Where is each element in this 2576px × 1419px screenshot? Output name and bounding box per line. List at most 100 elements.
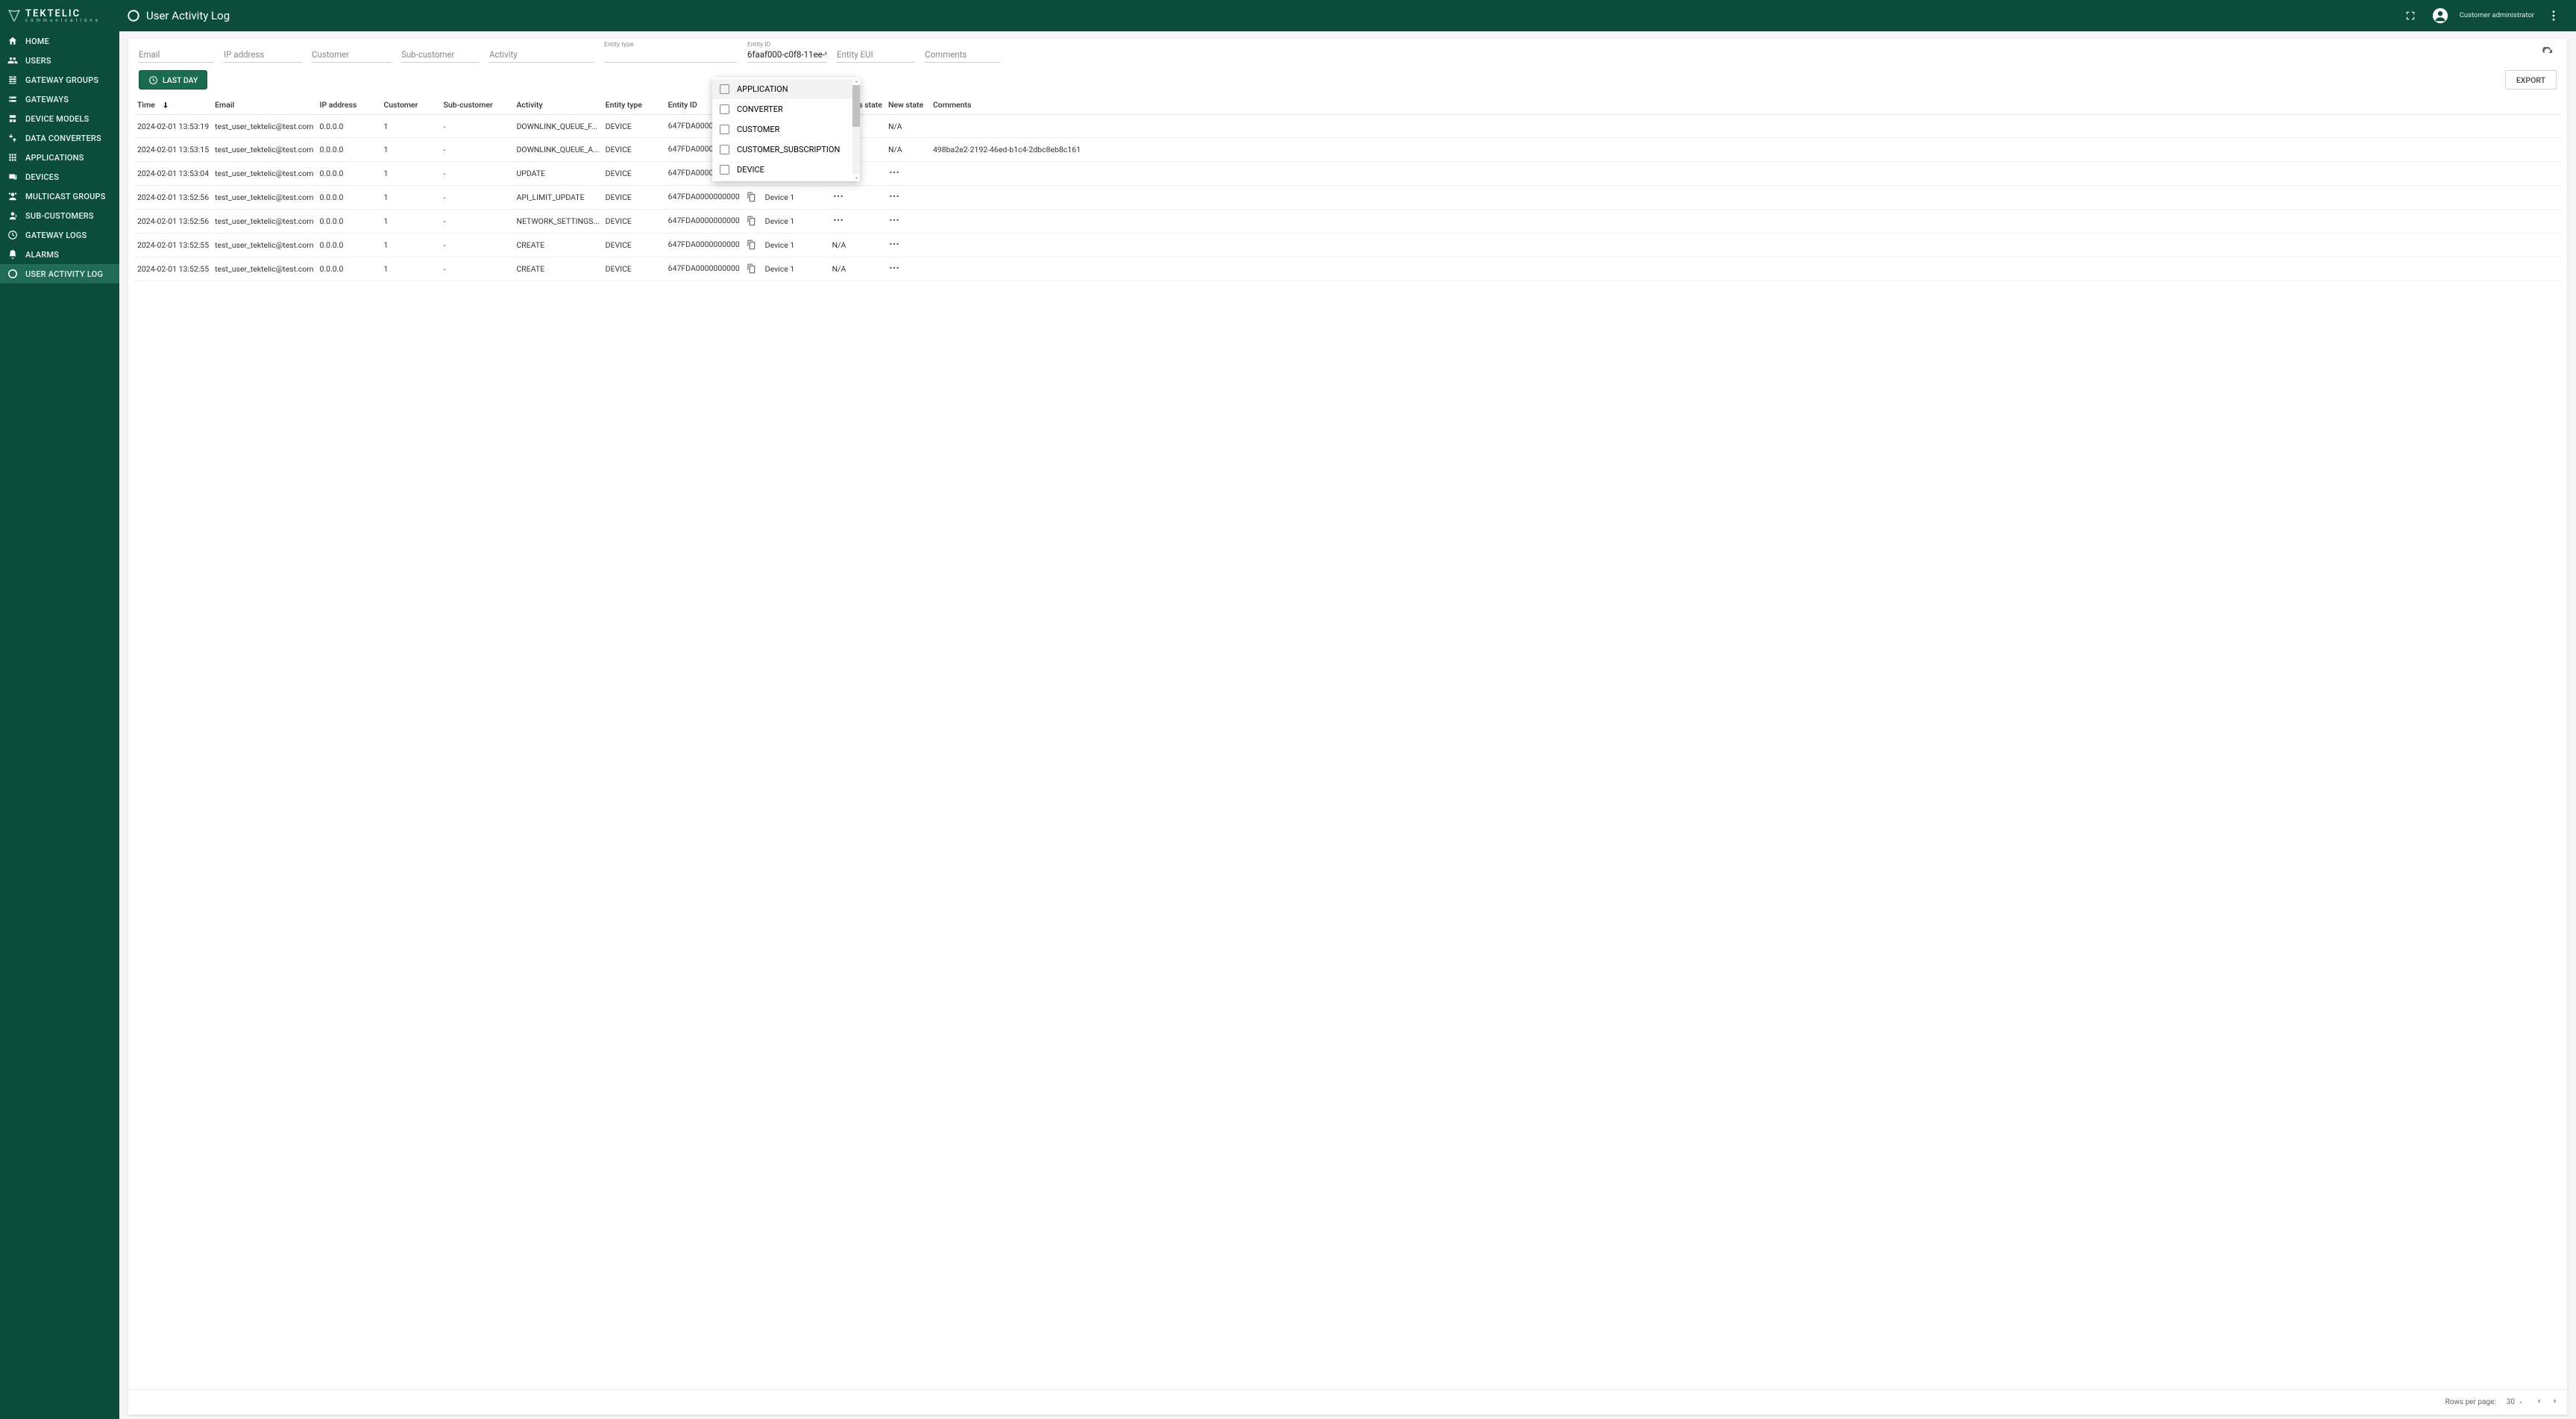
table-row[interactable]: 2024-02-01 13:52:55 test_user_tektelic@t… xyxy=(134,233,2561,257)
copy-id-button[interactable] xyxy=(746,239,756,250)
user-avatar[interactable] xyxy=(2430,5,2451,26)
entity-id-input[interactable] xyxy=(747,46,826,63)
activity-input[interactable] xyxy=(489,46,594,63)
more-menu-button[interactable] xyxy=(2543,5,2564,26)
entity-eui-input[interactable] xyxy=(837,46,914,63)
sidebar-item-gateways[interactable]: GATEWAYS xyxy=(0,90,119,109)
table-row[interactable]: 2024-02-01 13:53:19 test_user_tektelic@t… xyxy=(134,115,2561,138)
prev-page-button[interactable] xyxy=(2534,1397,2543,1408)
scroll-down-icon[interactable] xyxy=(852,174,860,181)
checkbox-icon[interactable] xyxy=(720,145,729,154)
scroll-up-icon[interactable] xyxy=(852,78,860,85)
copy-id-button[interactable] xyxy=(746,192,756,202)
toolbar-row: LAST DAY EXPORT xyxy=(128,63,2567,95)
entity-type-input[interactable] xyxy=(604,46,737,63)
cell-customer: 1 xyxy=(380,161,440,185)
table-header-row: Time Email IP address Customer Sub-custo… xyxy=(134,95,2561,115)
cell-time: 2024-02-01 13:52:55 xyxy=(134,233,212,257)
next-page-button[interactable] xyxy=(2551,1397,2560,1408)
dropdown-option[interactable]: CUSTOMER_SUBSCRIPTION xyxy=(712,140,852,160)
cell-comments xyxy=(930,209,2561,233)
brand-logo[interactable]: TEKTELIC communications xyxy=(0,0,119,31)
col-activity[interactable]: Activity xyxy=(513,95,602,115)
cell-email: test_user_tektelic@test.com xyxy=(212,115,316,138)
cell-customer: 1 xyxy=(380,257,440,281)
copy-id-button[interactable] xyxy=(746,263,756,274)
cell-value: N/A xyxy=(888,122,902,131)
cell-new-state: N/A xyxy=(885,115,930,138)
checkbox-icon[interactable] xyxy=(720,165,729,175)
copy-id-button[interactable] xyxy=(746,216,756,226)
col-time[interactable]: Time xyxy=(134,95,212,115)
cell-entity-name: Device 1 xyxy=(762,209,829,233)
cell-value: N/A xyxy=(832,240,846,250)
subcustomer-input[interactable] xyxy=(401,46,479,63)
filter-customer xyxy=(312,46,391,63)
refresh-icon xyxy=(2542,47,2554,59)
sidebar-item-alarms[interactable]: ALARMS xyxy=(0,245,119,264)
sidebar-item-gwgroups[interactable]: GATEWAY GROUPS xyxy=(0,70,119,90)
refresh-button[interactable] xyxy=(2542,47,2557,62)
col-email[interactable]: Email xyxy=(212,95,316,115)
sidebar-item-gwlogs[interactable]: GATEWAY LOGS xyxy=(0,225,119,245)
sidebar-item-home[interactable]: HOME xyxy=(0,31,119,51)
cell-activity: API_LIMIT_UPDATE xyxy=(513,185,602,209)
dropdown-option[interactable]: CUSTOMER xyxy=(712,119,852,140)
dropdown-option[interactable]: DEVICE xyxy=(712,160,852,180)
sidebar-item-apps[interactable]: APPLICATIONS xyxy=(0,148,119,167)
state-detail-button[interactable] xyxy=(832,192,844,201)
checkbox-icon[interactable] xyxy=(720,125,729,134)
cell-time: 2024-02-01 13:52:56 xyxy=(134,209,212,233)
state-detail-button[interactable] xyxy=(888,192,900,201)
ip-input[interactable] xyxy=(224,46,301,63)
filter-entity-type: Entity type xyxy=(604,46,737,63)
email-input[interactable] xyxy=(139,46,213,63)
scroll-thumb[interactable] xyxy=(852,85,860,127)
table-row[interactable]: 2024-02-01 13:53:04 test_user_tektelic@t… xyxy=(134,161,2561,185)
col-comments[interactable]: Comments xyxy=(930,95,2561,115)
checkbox-icon[interactable] xyxy=(720,84,729,94)
cell-value: N/A xyxy=(832,264,846,274)
col-subcustomer[interactable]: Sub-customer xyxy=(440,95,513,115)
comments-input[interactable] xyxy=(925,46,999,63)
time-range-chip[interactable]: LAST DAY xyxy=(139,70,207,90)
cell-activity: CREATE xyxy=(513,257,602,281)
cell-activity: DOWNLINK_QUEUE_F... xyxy=(513,115,602,138)
state-detail-button[interactable] xyxy=(888,263,900,272)
dropdown-option[interactable]: APPLICATION xyxy=(712,79,852,99)
cell-email: test_user_tektelic@test.com xyxy=(212,233,316,257)
checkbox-icon[interactable] xyxy=(720,104,729,114)
sidebar-item-activity[interactable]: USER ACTIVITY LOG xyxy=(0,264,119,284)
cell-ip: 0.0.0.0 xyxy=(316,233,380,257)
dropdown-option-label: CUSTOMER_SUBSCRIPTION xyxy=(737,145,840,154)
rows-per-page-select[interactable]: 30 xyxy=(2507,1398,2524,1406)
state-detail-button[interactable] xyxy=(888,239,900,248)
sidebar-item-label: MULTICAST GROUPS xyxy=(25,192,106,201)
export-button[interactable]: EXPORT xyxy=(2505,70,2557,90)
col-entity-type[interactable]: Entity type xyxy=(603,95,665,115)
fullscreen-button[interactable] xyxy=(2400,5,2421,26)
user-role-label: Customer administrator xyxy=(2460,12,2534,20)
sidebar-item-label: DEVICES xyxy=(25,172,59,182)
sidebar-item-converters[interactable]: DATA CONVERTERS xyxy=(0,128,119,148)
state-detail-button[interactable] xyxy=(888,216,900,225)
table-row[interactable]: 2024-02-01 13:52:55 test_user_tektelic@t… xyxy=(134,257,2561,281)
sidebar-item-multicast[interactable]: MULTICAST GROUPS xyxy=(0,187,119,206)
sidebar-item-users[interactable]: USERS xyxy=(0,51,119,70)
customer-input[interactable] xyxy=(312,46,391,63)
col-customer[interactable]: Customer xyxy=(380,95,440,115)
col-new-state[interactable]: New state xyxy=(885,95,930,115)
col-ip[interactable]: IP address xyxy=(316,95,380,115)
table-row[interactable]: 2024-02-01 13:52:56 test_user_tektelic@t… xyxy=(134,185,2561,209)
cell-customer: 1 xyxy=(380,138,440,161)
table-row[interactable]: 2024-02-01 13:53:15 test_user_tektelic@t… xyxy=(134,138,2561,161)
sidebar-item-devmodels[interactable]: DEVICE MODELS xyxy=(0,109,119,128)
sidebar-item-subcust[interactable]: SUB-CUSTOMERS xyxy=(0,206,119,225)
dropdown-scrollbar[interactable] xyxy=(852,78,860,181)
table-row[interactable]: 2024-02-01 13:52:56 test_user_tektelic@t… xyxy=(134,209,2561,233)
sidebar-item-devices[interactable]: DEVICES xyxy=(0,167,119,187)
sidebar-item-label: HOME xyxy=(25,37,49,46)
dropdown-option[interactable]: CONVERTER xyxy=(712,99,852,119)
state-detail-button[interactable] xyxy=(832,216,844,225)
state-detail-button[interactable] xyxy=(888,168,900,177)
